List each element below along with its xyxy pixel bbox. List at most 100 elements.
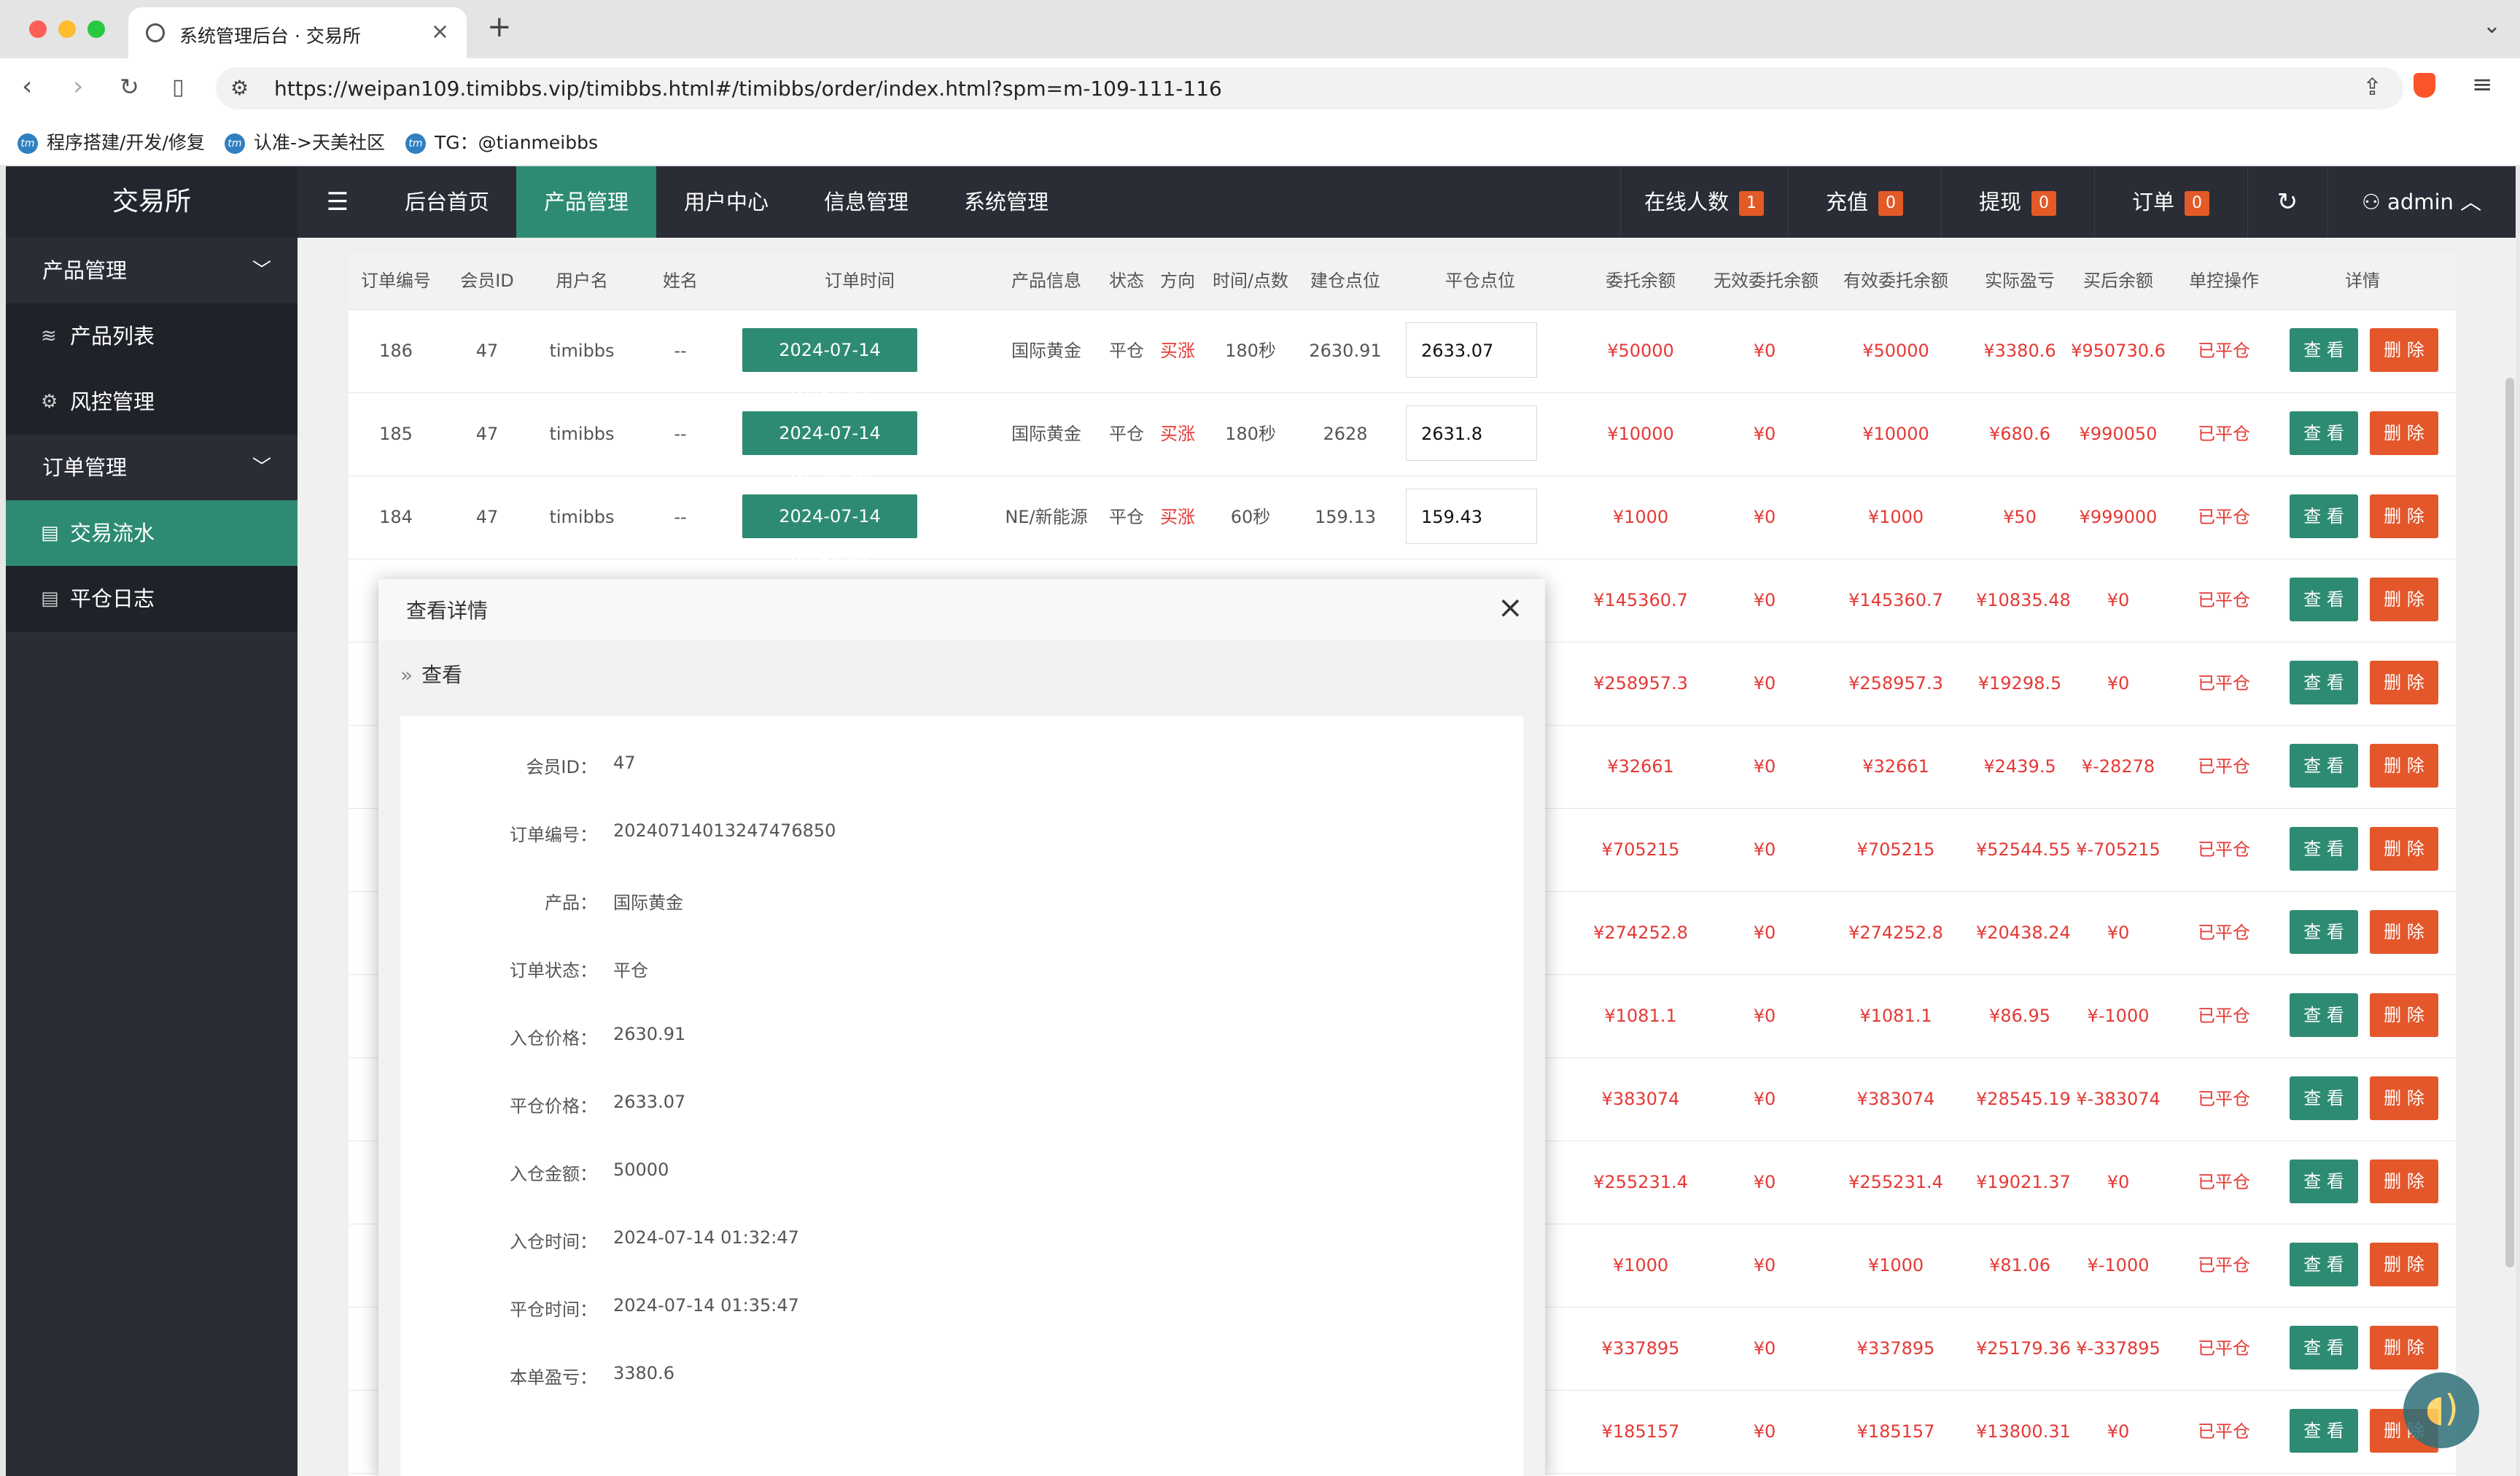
new-tab-button[interactable]: +	[487, 10, 512, 44]
status-cell: 平仓	[1109, 507, 1144, 527]
column-header: 产品信息	[1011, 271, 1081, 291]
view-button[interactable]: 查 看	[2290, 744, 2358, 788]
browser-tab-bar: 系统管理后台 · 交易所 × + ⌄	[0, 0, 2520, 58]
forward-button[interactable]: ›	[73, 71, 83, 101]
sidebar-group-orders[interactable]: 订单管理 ﹀	[6, 435, 298, 500]
back-button[interactable]: ‹	[22, 71, 32, 101]
sound-icon: ◖)	[2425, 1387, 2459, 1429]
nav-products[interactable]: 产品管理	[516, 166, 656, 238]
view-button[interactable]: 查 看	[2290, 1160, 2358, 1203]
column-header: 单控操作	[2189, 271, 2259, 291]
view-button[interactable]: 查 看	[2290, 494, 2358, 538]
browser-tab[interactable]: 系统管理后台 · 交易所 ×	[128, 7, 467, 58]
app-logo: 交易所	[6, 166, 298, 238]
nav-info[interactable]: 信息管理	[796, 166, 936, 238]
bookmark-item[interactable]: tm 认准->天美社区	[225, 128, 385, 155]
delete-button[interactable]: 删 除	[2370, 1076, 2438, 1120]
modal-title: 查看详情	[406, 599, 489, 623]
nav-system[interactable]: 系统管理	[936, 166, 1076, 238]
sidebar-item-risk-control[interactable]: ⚙ 风控管理	[6, 369, 298, 435]
delete-button[interactable]: 删 除	[2370, 494, 2438, 538]
detail-value: 50000	[613, 1160, 669, 1180]
delete-button[interactable]: 删 除	[2370, 744, 2438, 788]
globe-icon	[146, 23, 165, 42]
brave-shield-icon[interactable]	[2414, 73, 2435, 98]
direction-cell: 买涨	[1160, 507, 1195, 527]
page-scrollbar[interactable]	[2505, 378, 2514, 1267]
nav-user-center[interactable]: 用户中心	[656, 166, 796, 238]
delete-button[interactable]: 删 除	[2370, 1326, 2438, 1370]
close-price-input[interactable]: 2633.07	[1406, 322, 1537, 378]
close-price-input[interactable]: 159.43	[1406, 489, 1537, 544]
pnl-cell: ¥52544.55	[1976, 839, 2071, 860]
chevron-down-icon: ﹀	[252, 457, 271, 478]
pnl-cell: ¥2439.5	[1983, 756, 2056, 777]
bookmark-item[interactable]: tm 程序搭建/开发/修复	[18, 128, 205, 155]
close-price-input[interactable]: 2631.8	[1406, 405, 1537, 461]
view-button[interactable]: 查 看	[2290, 328, 2358, 372]
tab-close-icon[interactable]: ×	[431, 19, 449, 44]
sidebar-item-close-log[interactable]: ▤ 平仓日志	[6, 566, 298, 632]
online-users-button[interactable]: 在线人数 1	[1620, 166, 1788, 238]
bookmark-item[interactable]: tm TG：@tianmeibbs	[405, 128, 598, 155]
view-button[interactable]: 查 看	[2290, 910, 2358, 954]
view-button[interactable]: 查 看	[2290, 1326, 2358, 1370]
invalid-entrust-cell: ¥0	[1753, 1338, 1776, 1359]
sidebar-group-products[interactable]: 产品管理 ﹀	[6, 238, 298, 303]
detail-label: 产品：	[545, 893, 597, 913]
delete-button[interactable]: 删 除	[2370, 411, 2438, 455]
url-field[interactable]: ⚙ https://weipan109.timibbs.vip/timibbs.…	[216, 67, 2403, 109]
control-status-cell: 已平仓	[2198, 673, 2250, 694]
delete-button[interactable]: 删 除	[2370, 827, 2438, 871]
tab-title: 系统管理后台 · 交易所	[179, 26, 361, 47]
floating-help-button[interactable]: ◖)	[2403, 1372, 2479, 1448]
minimize-window-button[interactable]	[58, 20, 76, 38]
view-button[interactable]: 查 看	[2290, 827, 2358, 871]
delete-button[interactable]: 删 除	[2370, 1243, 2438, 1286]
view-button[interactable]: 查 看	[2290, 661, 2358, 704]
recharge-button[interactable]: 充值 0	[1788, 166, 1941, 238]
refresh-icon[interactable]: ↻	[2247, 166, 2328, 238]
delete-button[interactable]: 删 除	[2370, 1160, 2438, 1203]
sidebar-item-product-list[interactable]: ≋ 产品列表	[6, 303, 298, 369]
detail-value: 2630.91	[613, 1024, 686, 1044]
delete-button[interactable]: 删 除	[2370, 993, 2438, 1037]
open-price-cell: 2630.91	[1309, 341, 1382, 361]
reload-button[interactable]: ↻	[120, 73, 139, 101]
delete-button[interactable]: 删 除	[2370, 910, 2438, 954]
sidebar-item-trade-flow[interactable]: ▤ 交易流水	[6, 500, 298, 566]
maximize-window-button[interactable]	[88, 20, 105, 38]
view-button[interactable]: 查 看	[2290, 578, 2358, 621]
column-header: 订单编号	[361, 271, 431, 291]
delete-button[interactable]: 删 除	[2370, 328, 2438, 372]
view-button[interactable]: 查 看	[2290, 1409, 2358, 1453]
withdraw-button[interactable]: 提现 0	[1941, 166, 2094, 238]
view-button[interactable]: 查 看	[2290, 1076, 2358, 1120]
pnl-cell: ¥19021.37	[1976, 1172, 2071, 1192]
detail-label: 入仓时间：	[510, 1232, 597, 1252]
balance-after-cell: ¥0	[2107, 673, 2130, 694]
view-button[interactable]: 查 看	[2290, 993, 2358, 1037]
nav-home[interactable]: 后台首页	[378, 166, 516, 238]
detail-label: 平仓时间：	[510, 1300, 597, 1320]
pnl-cell: ¥86.95	[1989, 1006, 2050, 1026]
site-settings-icon[interactable]: ⚙	[230, 76, 249, 100]
user-menu[interactable]: ⚇ admin ︿	[2328, 166, 2516, 238]
hamburger-menu-icon[interactable]: ≡	[2472, 70, 2493, 99]
delete-button[interactable]: 删 除	[2370, 661, 2438, 704]
invalid-entrust-cell: ¥0	[1753, 590, 1776, 610]
close-window-button[interactable]	[29, 20, 47, 38]
invalid-entrust-cell: ¥0	[1753, 1089, 1776, 1109]
chevron-down-icon[interactable]: ⌄	[2483, 13, 2501, 39]
detail-modal: 查看详情 × » 查看 会员ID： 47 订单编号： 20240714013247476…	[378, 579, 1545, 1476]
bookmark-icon[interactable]: ▯	[172, 74, 184, 100]
view-button[interactable]: 查 看	[2290, 411, 2358, 455]
close-icon[interactable]: ×	[1498, 589, 1523, 625]
view-button[interactable]: 查 看	[2290, 1243, 2358, 1286]
column-header: 会员ID	[460, 271, 514, 291]
layers-icon: ≋	[41, 325, 57, 347]
orders-button[interactable]: 订单 0	[2094, 166, 2247, 238]
share-icon[interactable]: ⇪	[2362, 73, 2382, 101]
menu-toggle-icon[interactable]: ☰	[298, 166, 378, 238]
delete-button[interactable]: 删 除	[2370, 578, 2438, 621]
